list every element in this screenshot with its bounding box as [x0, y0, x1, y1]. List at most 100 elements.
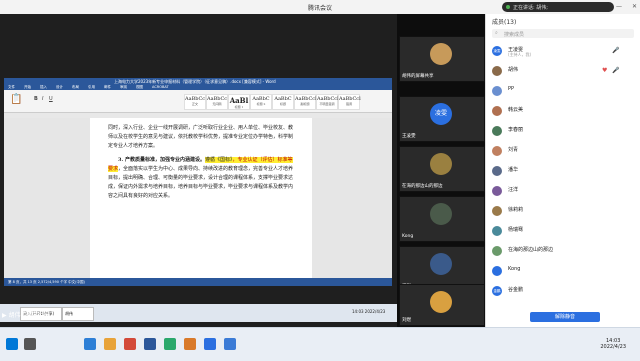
avatar	[492, 226, 502, 236]
app-icon-3[interactable]	[224, 338, 236, 350]
avatar	[492, 246, 502, 256]
member-name: PP	[508, 86, 515, 92]
member-panel: 成员(13) ⌕ 搜索成员 凌雯 王凌雯 (主持人，我) 🎤 胡伟 ♥ 🎤 PP…	[485, 14, 640, 327]
member-name: 潘华	[508, 167, 519, 173]
document-page[interactable]: 同时，深入行业、企业一线开展调研，广泛听取行业企业、用人单位、毕业校友、教师以及…	[90, 118, 312, 278]
member-name: 谷金鹏	[508, 287, 524, 293]
shared-taskbar: 录入(已开始共享) 胡伟 14:03 2022/4/23	[0, 304, 397, 322]
video-name: 胡伟的屏幕共享	[402, 74, 434, 79]
member-item[interactable]: 刘青	[492, 144, 638, 158]
clock-date: 2022/4/23	[600, 344, 626, 350]
app-icon-2[interactable]	[184, 338, 196, 350]
windows-taskbar: 14:03 2022/4/23	[0, 327, 640, 361]
shared-screen: 上海电力大学2023年新专业申报材料（管理学院）（征求意见稿）.docx [兼容…	[0, 14, 397, 327]
member-item[interactable]: PP	[492, 84, 638, 98]
video-tile[interactable]: 刘煜	[399, 284, 485, 326]
bold-icon[interactable]: B	[34, 96, 38, 102]
video-column: 胡伟的屏幕共享 凌雯 王凌雯 在海的那边山的那边 Kong 汪洋 刘煜	[397, 14, 485, 327]
share-label-text: 胡伟的屏幕共享	[8, 312, 51, 319]
share-label: ▶ 胡伟的屏幕共享	[2, 310, 51, 319]
style-emphasis[interactable]: AaBbCcl 强调	[338, 94, 361, 110]
search-icon: ⌕	[495, 30, 498, 36]
avatar: 凌雯	[430, 103, 452, 125]
avatar	[492, 126, 502, 136]
style-heading1[interactable]: AaBl 标题 1	[228, 94, 250, 110]
video-tile[interactable]: 凌雯 王凌雯	[399, 96, 485, 142]
style-title[interactable]: AaBbC 标题	[272, 94, 294, 110]
minimize-button[interactable]: —	[616, 3, 622, 10]
italic-icon[interactable]: I	[42, 96, 43, 102]
ribbon: AaBbCc 正文 AaBbCc 无间隔 AaBl 标题 1 AaBbC 标题 2 Aa…	[4, 90, 392, 113]
member-search-input[interactable]: ⌕ 搜索成员	[492, 29, 634, 38]
avatar	[492, 66, 502, 76]
word-icon[interactable]	[144, 338, 156, 350]
member-item[interactable]: 胡伟 ♥ 🎤	[492, 64, 638, 78]
style-normal[interactable]: AaBbCc 正文	[184, 94, 206, 110]
status-text: 第 8 页，共 13 页 2,572/4,590 个字 中文(中国)	[8, 280, 85, 284]
member-name: 李春丽	[508, 127, 524, 133]
member-item[interactable]: 在海的那边山的那边	[492, 244, 638, 258]
avatar	[492, 166, 502, 176]
member-item[interactable]: 徐莉莉	[492, 204, 638, 218]
member-item[interactable]: 潘华	[492, 164, 638, 178]
style-heading2[interactable]: AaBbC 标题 2	[250, 94, 272, 110]
paragraph-2-heading: 3. 产教质量标准，加强专业内涵建设。	[118, 157, 205, 163]
avatar	[492, 186, 502, 196]
member-item[interactable]: Kong	[492, 264, 638, 278]
unmute-all-button[interactable]: 解除静音	[530, 312, 600, 322]
edge-icon[interactable]	[84, 338, 96, 350]
tab-acrobat[interactable]: ACROBAT	[152, 85, 169, 89]
folder-icon[interactable]	[104, 338, 116, 350]
underline-icon[interactable]: U	[49, 96, 53, 102]
meeting-titlebar: 腾讯会议 正在讲话: 胡伟; — ✕	[0, 0, 640, 15]
member-item[interactable]: 金鹏 谷金鹏	[492, 284, 638, 298]
tencent-meeting-icon[interactable]	[204, 338, 216, 350]
member-name: 汪洋	[508, 187, 519, 193]
paragraph-2-body: ，全面落实以学生为中心、成果导向、持续改进的教育理念，完善专业人才培养目标，提出…	[108, 166, 294, 199]
video-tile[interactable]: Kong	[399, 196, 485, 242]
avatar	[430, 203, 452, 225]
member-name: 刘青	[508, 147, 519, 153]
paste-icon[interactable]: 📋	[10, 94, 22, 105]
start-icon[interactable]	[6, 338, 18, 350]
member-item[interactable]: 凌雯 王凌雯 (主持人，我) 🎤	[492, 44, 638, 58]
video-tile[interactable]: 胡伟的屏幕共享	[399, 36, 485, 82]
shared-clock: 14:03 2022/4/23	[352, 309, 386, 314]
member-item[interactable]: 杨瑞骞	[492, 224, 638, 238]
video-name: 刘煜	[402, 318, 411, 323]
member-name: 杨瑞骞	[508, 227, 524, 233]
shared-taskbar-item-2[interactable]: 胡伟	[62, 307, 94, 321]
avatar	[430, 291, 452, 313]
member-panel-header: 成员(13)	[486, 14, 640, 28]
avatar	[430, 153, 452, 175]
member-name: 在海的那边山的那边	[508, 247, 554, 253]
avatar	[492, 266, 502, 276]
member-item[interactable]: 韩云美	[492, 104, 638, 118]
member-name: 徐莉莉	[508, 207, 524, 213]
video-name: 在海的那边山的那边	[402, 184, 443, 189]
taskbar-clock[interactable]: 14:03 2022/4/23	[600, 338, 626, 350]
avatar: 凌雯	[492, 46, 502, 56]
member-item[interactable]: 李春丽	[492, 124, 638, 138]
video-name: 王凌雯	[402, 134, 416, 139]
wechat-icon[interactable]	[164, 338, 176, 350]
mic-active-icon[interactable]: 🎤	[612, 67, 619, 74]
highlight-guobiao: 遵循《国标》	[204, 157, 233, 163]
speaking-label: 正在讲话: 胡伟;	[513, 5, 548, 11]
search-icon[interactable]	[24, 338, 36, 350]
heart-icon: ♥	[602, 67, 608, 74]
app-icon[interactable]	[124, 338, 136, 350]
video-tile[interactable]: 在海的那边山的那边	[399, 146, 485, 192]
member-item[interactable]: 汪洋	[492, 184, 638, 198]
member-panel-title: 成员(13)	[492, 19, 517, 26]
avatar: 金鹏	[492, 286, 502, 296]
style-no-spacing[interactable]: AaBbCc 无间隔	[206, 94, 228, 110]
avatar	[492, 86, 502, 96]
member-name: 胡伟	[508, 67, 519, 73]
close-button[interactable]: ✕	[632, 3, 637, 10]
member-name: Kong	[508, 266, 521, 272]
style-subtle-emphasis[interactable]: AaBbCcl 不明显强调	[316, 94, 339, 110]
speaking-indicator: 正在讲话: 胡伟;	[502, 2, 614, 12]
style-subtitle[interactable]: AaBbCcl 副标题	[294, 94, 317, 110]
mic-muted-icon[interactable]: 🎤	[612, 47, 619, 54]
